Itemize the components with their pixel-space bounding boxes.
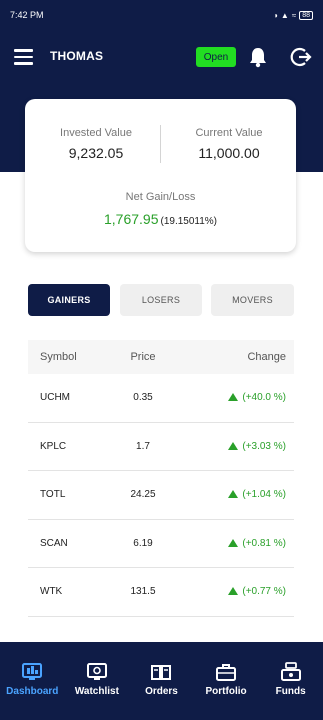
summary-divider — [160, 125, 161, 163]
nav-portfolio[interactable]: Portfolio — [194, 642, 259, 720]
net-gain-label: Net Gain/Loss — [125, 191, 196, 203]
up-arrow-icon — [228, 393, 239, 401]
table-row[interactable]: SCAN 6.19 (+0.81 %) — [28, 520, 294, 568]
up-arrow-icon — [228, 538, 239, 547]
row-change: (+0.77 %) — [242, 586, 286, 597]
nav-portfolio-label: Portfolio — [205, 686, 247, 697]
table-row[interactable]: WTK 131.5 (+0.77 %) — [28, 568, 294, 617]
net-gain-percent: (19.15011%) — [160, 216, 218, 227]
row-price: 6.19 — [133, 537, 153, 549]
status-bar: 7:42 PM ◑ ▲ ≈ 88 — [0, 0, 323, 30]
wifi-icon: ≈ — [291, 10, 297, 20]
portfolio-summary-card: Invested Value 9,232.05 Current Value 11… — [25, 99, 296, 252]
tab-gainers[interactable]: GAINERS — [28, 284, 110, 316]
nav-watchlist[interactable]: Watchlist — [65, 642, 130, 720]
portfolio-icon — [216, 664, 237, 681]
table-row[interactable]: UCHM 0.35 (+40.0 %) — [28, 374, 294, 423]
nav-funds[interactable]: Funds — [258, 642, 323, 720]
current-value-label: Current Value — [195, 127, 263, 139]
nav-dashboard-label: Dashboard — [6, 686, 59, 697]
signal-icon: ▲ — [280, 10, 289, 20]
dashboard-icon — [22, 663, 43, 680]
nav-dashboard[interactable]: Dashboard — [0, 642, 65, 720]
row-symbol: TOTL — [40, 489, 66, 500]
invested-value: 9,232.05 — [68, 145, 124, 161]
user-name: THOMAS — [50, 49, 104, 63]
header-price: Price — [130, 351, 156, 363]
row-change: (+0.81 %) — [242, 537, 286, 549]
invested-value-label: Invested Value — [60, 127, 132, 139]
app-bar: THOMAS Open — [0, 40, 323, 76]
tab-losers[interactable]: LOSERS — [120, 284, 202, 316]
tab-movers[interactable]: MOVERS — [211, 284, 294, 316]
gainers-table: Symbol Price Change UCHM 0.35 (+40.0 %) … — [28, 340, 294, 617]
bottom-navigation: Dashboard Watchlist Orders Portfolio Fun… — [0, 642, 323, 720]
status-time: 7:42 PM — [10, 10, 44, 20]
row-symbol: KPLC — [40, 440, 67, 452]
up-arrow-icon — [228, 441, 239, 450]
shield-icon: ◑ — [273, 10, 278, 20]
header-symbol: Symbol — [40, 351, 77, 363]
row-price: 24.25 — [130, 489, 156, 500]
logout-icon[interactable] — [290, 46, 312, 68]
current-value-block: Current Value 11,000.00 — [164, 127, 294, 161]
nav-orders[interactable]: Orders — [129, 642, 194, 720]
orders-icon — [151, 665, 172, 680]
row-change: (+1.04 %) — [242, 489, 286, 500]
row-price: 1.7 — [136, 440, 150, 452]
row-change: (+40.0 %) — [242, 392, 286, 403]
watchlist-icon — [86, 663, 107, 680]
market-status-badge: Open — [196, 47, 236, 67]
nav-watchlist-label: Watchlist — [74, 686, 119, 697]
net-gain-value: 1,767.95 — [103, 211, 159, 227]
row-symbol: SCAN — [40, 537, 68, 549]
funds-icon — [280, 662, 301, 681]
row-change: (+3.03 %) — [242, 440, 286, 452]
row-price: 131.5 — [130, 586, 156, 597]
up-arrow-icon — [228, 587, 239, 595]
table-row[interactable]: TOTL 24.25 (+1.04 %) — [28, 471, 294, 520]
header-change: Change — [247, 351, 286, 363]
row-price: 0.35 — [133, 392, 153, 403]
row-symbol: UCHM — [40, 392, 70, 403]
row-symbol: WTK — [40, 586, 63, 597]
nav-orders-label: Orders — [145, 686, 178, 697]
menu-icon[interactable] — [14, 49, 33, 65]
status-icons: ◑ ▲ ≈ 88 — [273, 10, 313, 20]
bell-icon[interactable] — [248, 46, 268, 68]
market-tabs: GAINERS LOSERS MOVERS — [28, 284, 294, 316]
invested-value-block: Invested Value 9,232.05 — [31, 127, 161, 161]
current-value: 11,000.00 — [198, 145, 260, 161]
up-arrow-icon — [228, 490, 239, 498]
table-row[interactable]: KPLC 1.7 (+3.03 %) — [28, 423, 294, 471]
nav-funds-label: Funds — [275, 686, 306, 697]
net-gain-block: Net Gain/Loss 1,767.95 (19.15011%) — [25, 191, 296, 227]
battery-icon: 88 — [299, 10, 313, 20]
table-header: Symbol Price Change — [28, 340, 294, 374]
